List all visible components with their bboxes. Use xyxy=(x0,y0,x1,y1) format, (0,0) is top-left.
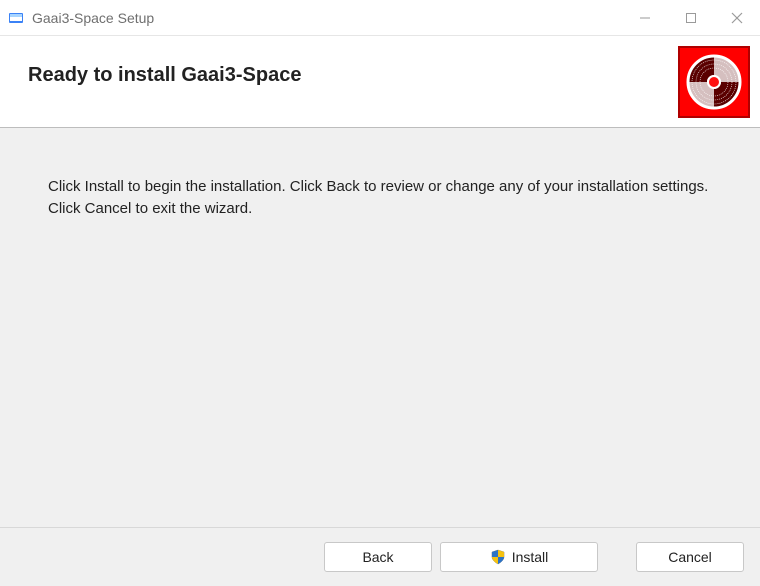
window-title: Gaai3-Space Setup xyxy=(32,10,154,26)
install-button[interactable]: Install xyxy=(440,542,598,572)
page-title: Ready to install Gaai3-Space xyxy=(28,64,301,87)
install-button-label: Install xyxy=(512,549,549,565)
maximize-button[interactable] xyxy=(668,0,714,36)
instruction-text: Click Install to begin the installation.… xyxy=(48,176,712,220)
cancel-button[interactable]: Cancel xyxy=(636,542,744,572)
back-button[interactable]: Back xyxy=(324,542,432,572)
back-button-label: Back xyxy=(362,549,393,565)
installer-app-icon xyxy=(8,10,24,26)
cancel-button-label: Cancel xyxy=(668,549,712,565)
wizard-header: Ready to install Gaai3-Space xyxy=(0,36,760,128)
minimize-button[interactable] xyxy=(622,0,668,36)
wizard-body: Click Install to begin the installation.… xyxy=(0,128,760,528)
uac-shield-icon xyxy=(490,549,506,565)
close-button[interactable] xyxy=(714,0,760,36)
disc-icon xyxy=(678,46,750,118)
wizard-footer: Back Install Cancel xyxy=(0,528,760,586)
title-bar: Gaai3-Space Setup xyxy=(0,0,760,36)
